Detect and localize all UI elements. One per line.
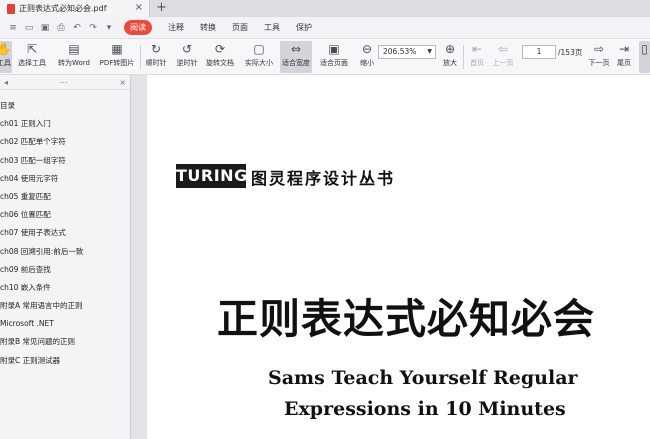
tab-bar: 正则表达式必知必会.pdf × + <box>0 0 650 17</box>
outline-options-icon[interactable]: ⋯ <box>60 78 68 87</box>
collapse-icon[interactable]: ◂ <box>4 78 8 87</box>
rotate-cw-icon: ↻ <box>150 42 162 56</box>
save-icon[interactable]: ▣ <box>40 23 50 33</box>
last-page-icon: ⇥ <box>618 42 630 56</box>
undo-icon[interactable]: ↶ <box>72 23 82 33</box>
rotate-clockwise-button[interactable]: ↻ 顺时针 <box>144 41 168 73</box>
outline-item[interactable]: ch08 回溯引用:前后一致 <box>0 243 130 261</box>
book-title-chinese: 正则表达式必知必会 <box>217 295 595 343</box>
zoom-select[interactable]: 206.53% ▼ <box>378 45 436 59</box>
outline-item[interactable]: 附录A 常用语言中的正则 <box>0 297 130 315</box>
new-tab-button[interactable]: + <box>156 0 167 16</box>
fit-page-icon: ▣ <box>328 42 340 56</box>
menu-icon[interactable]: ≡ <box>8 23 18 33</box>
menu-annotate[interactable]: 注释 <box>168 22 184 33</box>
cursor-icon: ⇱ <box>26 42 38 56</box>
last-page-button[interactable]: ⇥ 尾页 <box>614 41 634 73</box>
next-page-button[interactable]: ⇨ 下一页 <box>586 41 612 73</box>
outline-item[interactable]: ch03 匹配一组字符 <box>0 152 130 170</box>
zoom-value: 206.53% <box>383 47 417 56</box>
print-icon[interactable]: ⎙ <box>56 23 66 33</box>
rotate-doc-icon: ⟳ <box>214 42 226 56</box>
outline-item[interactable]: Microsoft .NET <box>0 315 130 333</box>
page-total: /153页 <box>558 48 583 57</box>
document-tab[interactable]: 正则表达式必知必会.pdf × <box>0 0 150 17</box>
actual-size-button[interactable]: ▢ 实际大小 <box>244 41 274 73</box>
first-page-button[interactable]: ⇤ 首页 <box>467 41 487 73</box>
book-title-english-line1: Sams Teach Yourself Regular <box>268 367 578 389</box>
chevron-down-icon: ▼ <box>427 48 432 55</box>
close-sidebar-icon[interactable]: × <box>119 78 126 87</box>
outline-item[interactable]: ch07 使用子表达式 <box>0 224 130 242</box>
outline-item[interactable]: ch02 匹配单个字符 <box>0 133 130 151</box>
rotate-counterclockwise-button[interactable]: ↺ 逆时针 <box>175 41 199 73</box>
menu-tools[interactable]: 工具 <box>264 22 280 33</box>
fit-width-icon: ⇔ <box>290 42 302 56</box>
pdf-to-image-button[interactable]: ▦ PDF转图片 <box>99 41 135 73</box>
next-page-icon: ⇨ <box>593 42 605 56</box>
outline-item[interactable]: ch04 使用元字符 <box>0 170 130 188</box>
select-tool-button[interactable]: ⇱ 选择工具 <box>16 41 48 73</box>
tab-title: 正则表达式必知必会.pdf <box>19 4 107 13</box>
turing-logo: TURING <box>176 164 247 188</box>
outline-item[interactable]: ch10 嵌入条件 <box>0 279 130 297</box>
outline-item[interactable]: 附录C 正则测试器 <box>0 352 130 370</box>
zoom-out-icon: ⊖ <box>361 42 373 56</box>
zoom-out-button[interactable]: ⊖ 缩小 <box>358 41 376 73</box>
outline-item[interactable]: ch01 正则入门 <box>0 115 130 133</box>
menu-protect[interactable]: 保护 <box>296 22 312 33</box>
outline-item[interactable]: ch05 重复匹配 <box>0 188 130 206</box>
dropdown-icon[interactable]: ▾ <box>104 23 114 33</box>
fit-width-button[interactable]: ⇔ 适合宽度 <box>280 41 312 73</box>
hand-icon: ✋ <box>0 42 12 56</box>
close-tab-icon[interactable]: × <box>135 2 143 13</box>
outline-item[interactable]: 附录B 常见问题的正则 <box>0 333 130 351</box>
convert-word-button[interactable]: ▤ 转为Word <box>56 41 92 73</box>
pdf-file-icon <box>7 3 15 14</box>
zoom-in-icon: ⊕ <box>444 42 456 56</box>
pdf-page: TURING 图灵程序设计丛书 正则表达式必知必会 Sams Teach You… <box>147 75 650 439</box>
menu-page[interactable]: 页面 <box>232 22 248 33</box>
actual-size-icon: ▢ <box>253 42 265 56</box>
quick-access: ≡ ▭ ▣ ⎙ ↶ ↷ ▾ <box>8 23 114 33</box>
book-series-title: 图灵程序设计丛书 <box>251 169 396 188</box>
sidebar-header: ◂ ⋯ × <box>0 75 130 90</box>
page-number-input[interactable]: 1 <box>522 45 556 59</box>
toolbar-divider <box>140 45 141 69</box>
first-page-icon: ⇤ <box>471 42 483 56</box>
image-icon: ▦ <box>111 42 123 56</box>
outline-item[interactable]: 目录 <box>0 97 130 115</box>
tab-read[interactable]: 阅读 <box>124 20 152 35</box>
outline-item[interactable]: ch09 前后查找 <box>0 261 130 279</box>
outline-item[interactable]: ch06 位置匹配 <box>0 206 130 224</box>
fit-page-button[interactable]: ▣ 适合页面 <box>318 41 350 73</box>
document-viewer[interactable]: TURING 图灵程序设计丛书 正则表达式必知必会 Sams Teach You… <box>131 75 650 439</box>
menu-convert[interactable]: 转换 <box>200 22 216 33</box>
toolbar-divider <box>463 45 464 69</box>
outline-list: 目录 ch01 正则入门 ch02 匹配单个字符 ch03 匹配一组字符 ch0… <box>0 90 130 370</box>
toolbar: ✋ 工具 ⇱ 选择工具 ▤ 转为Word ▦ PDF转图片 ↻ 顺时针 ↺ 逆时… <box>0 39 650 75</box>
outline-sidebar: ◂ ⋯ × 目录 ch01 正则入门 ch02 匹配单个字符 ch03 匹配一组… <box>0 75 131 439</box>
hand-tool-button[interactable]: ✋ 工具 <box>0 41 12 73</box>
redo-icon[interactable]: ↷ <box>88 23 98 33</box>
prev-page-icon: ⇦ <box>497 42 509 56</box>
rotate-document-button[interactable]: ⟳ 旋转文档 <box>204 41 236 73</box>
zoom-in-button[interactable]: ⊕ 放大 <box>441 41 459 73</box>
book-title-english-line2: Expressions in 10 Minutes <box>284 398 566 420</box>
word-icon: ▤ <box>68 42 80 56</box>
rotate-ccw-icon: ↺ <box>181 42 193 56</box>
open-icon[interactable]: ▭ <box>24 23 34 33</box>
single-page-icon: ▯ <box>641 42 648 56</box>
prev-page-button[interactable]: ⇦ 上一页 <box>490 41 516 73</box>
single-page-view-button[interactable]: ▯ <box>639 41 650 73</box>
menu-bar: ≡ ▭ ▣ ⎙ ↶ ↷ ▾ 阅读 注释 转换 页面 工具 保护 <box>0 17 650 39</box>
